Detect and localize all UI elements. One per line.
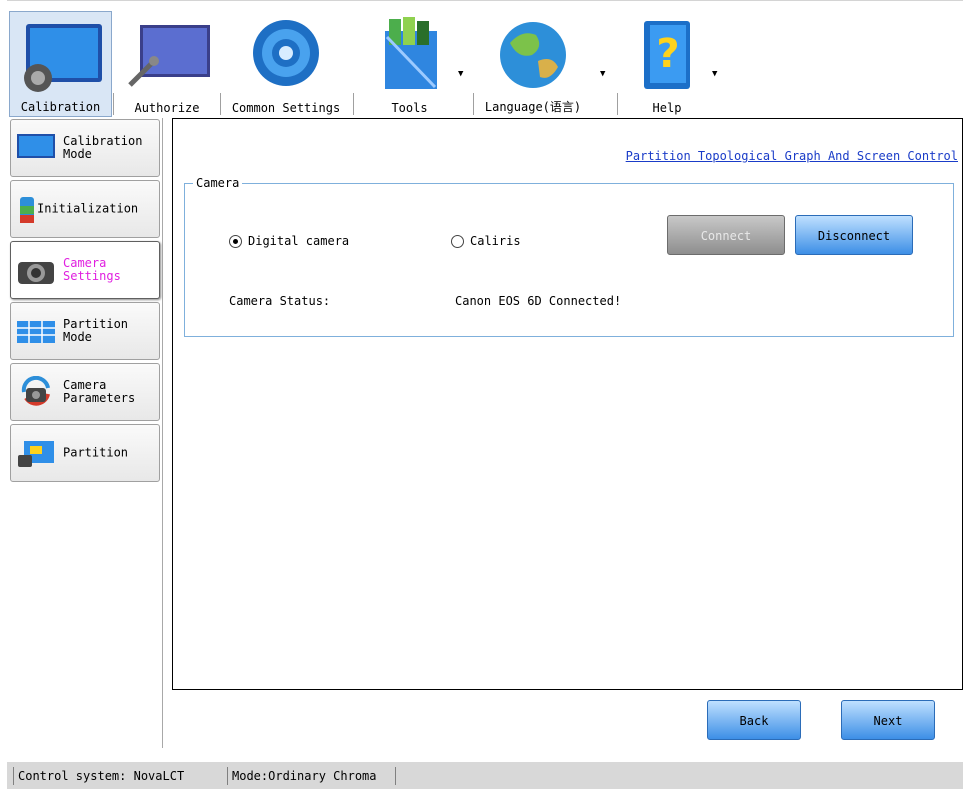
app-window: Calibration Authorize Common Settings To…: [7, 0, 963, 789]
chevron-down-icon[interactable]: ▼: [712, 69, 717, 79]
sidebar-item-label: Camera Parameters: [63, 378, 136, 405]
toolbar-separator: [113, 93, 114, 115]
status-bar: Control system: NovaLCT Mode:Ordinary Ch…: [7, 762, 963, 789]
toolbar-language-button[interactable]: Language(语言) ▼: [479, 11, 605, 117]
sidebar-item-initialization[interactable]: Initialization: [10, 180, 160, 238]
sidebar-item-label: Initialization: [37, 201, 139, 216]
toolbar-separator: [353, 93, 354, 115]
tools-icon: [384, 17, 437, 89]
left-sidebar: Calibration Mode Initialization Camera S…: [7, 118, 163, 748]
toolbar-calibration-button[interactable]: Calibration: [9, 11, 112, 117]
sidebar-item-partition[interactable]: Partition: [10, 424, 160, 482]
sidebar-item-partition-mode[interactable]: Partition Mode: [10, 302, 160, 360]
partition-topology-link[interactable]: Partition Topological Graph And Screen C…: [626, 149, 958, 163]
radio-unselected-icon[interactable]: [451, 234, 464, 248]
toolbar-tools-button[interactable]: Tools ▼: [362, 11, 463, 117]
sidebar-item-camera-parameters[interactable]: Camera Parameters: [10, 363, 160, 421]
camera-status-label: Camera Status:: [229, 294, 331, 308]
disconnect-button[interactable]: Disconnect: [795, 215, 913, 255]
toolbar-label: Calibration: [20, 100, 101, 114]
toolbar-separator: [473, 93, 474, 115]
back-button[interactable]: Back: [707, 700, 801, 740]
camera-status-value: Canon EOS 6D Connected!: [455, 294, 622, 308]
grid-icon: [17, 321, 55, 343]
status-divider: [395, 767, 400, 785]
sidebar-item-label: Camera Settings: [63, 256, 121, 283]
toolbar-help-button[interactable]: ? Help ▼: [627, 11, 717, 117]
next-button[interactable]: Next: [841, 700, 935, 740]
digital-camera-radio[interactable]: Digital camera: [229, 234, 349, 248]
sidebar-item-label: Partition: [63, 445, 129, 460]
toolbar-authorize-button[interactable]: Authorize: [115, 11, 219, 117]
camera-groupbox: Camera Digital camera Caliris Connect Di…: [184, 176, 954, 337]
toolbar-separator: [617, 93, 618, 115]
radio-label: Caliris: [470, 234, 521, 248]
chevron-down-icon[interactable]: ▼: [458, 69, 463, 79]
sidebar-item-label: Partition Mode: [63, 317, 129, 344]
caliris-radio[interactable]: Caliris: [451, 234, 521, 248]
calibration-icon: [23, 24, 102, 92]
toolbar-label: Authorize: [134, 101, 200, 115]
svg-text:?: ?: [656, 31, 679, 77]
toolbar-label: Language(语言): [484, 100, 582, 114]
connect-button[interactable]: Connect: [667, 215, 785, 255]
control-system-status: Control system: NovaLCT: [13, 767, 184, 785]
toolbar-label: Common Settings: [231, 101, 341, 115]
toolbar-common-settings-button[interactable]: Common Settings: [222, 11, 350, 117]
monitor-icon: [17, 134, 55, 158]
groupbox-title: Camera: [193, 176, 243, 190]
toolbar-separator: [220, 93, 221, 115]
partition-screen-icon: [18, 441, 54, 467]
authorize-icon: [128, 25, 210, 87]
mode-status: Mode:Ordinary Chroma: [227, 767, 377, 785]
help-book-icon: ?: [644, 21, 690, 89]
content-panel: Partition Topological Graph And Screen C…: [172, 118, 963, 690]
radio-label: Digital camera: [248, 234, 350, 248]
main-toolbar: Calibration Authorize Common Settings To…: [7, 0, 963, 119]
toolbar-label: Tools: [391, 101, 428, 115]
sidebar-item-camera-settings[interactable]: Camera Settings: [10, 241, 160, 299]
language-globe-icon: [500, 22, 566, 88]
camera-refresh-icon: [21, 376, 50, 406]
radio-selected-icon[interactable]: [229, 234, 242, 248]
chevron-down-icon[interactable]: ▼: [600, 69, 605, 79]
sidebar-item-label: Calibration Mode: [63, 134, 143, 161]
camera-icon: [18, 262, 54, 284]
common-settings-icon: [253, 20, 319, 86]
toolbar-label: Help: [652, 101, 682, 115]
sidebar-item-calibration-mode[interactable]: Calibration Mode: [10, 119, 160, 177]
